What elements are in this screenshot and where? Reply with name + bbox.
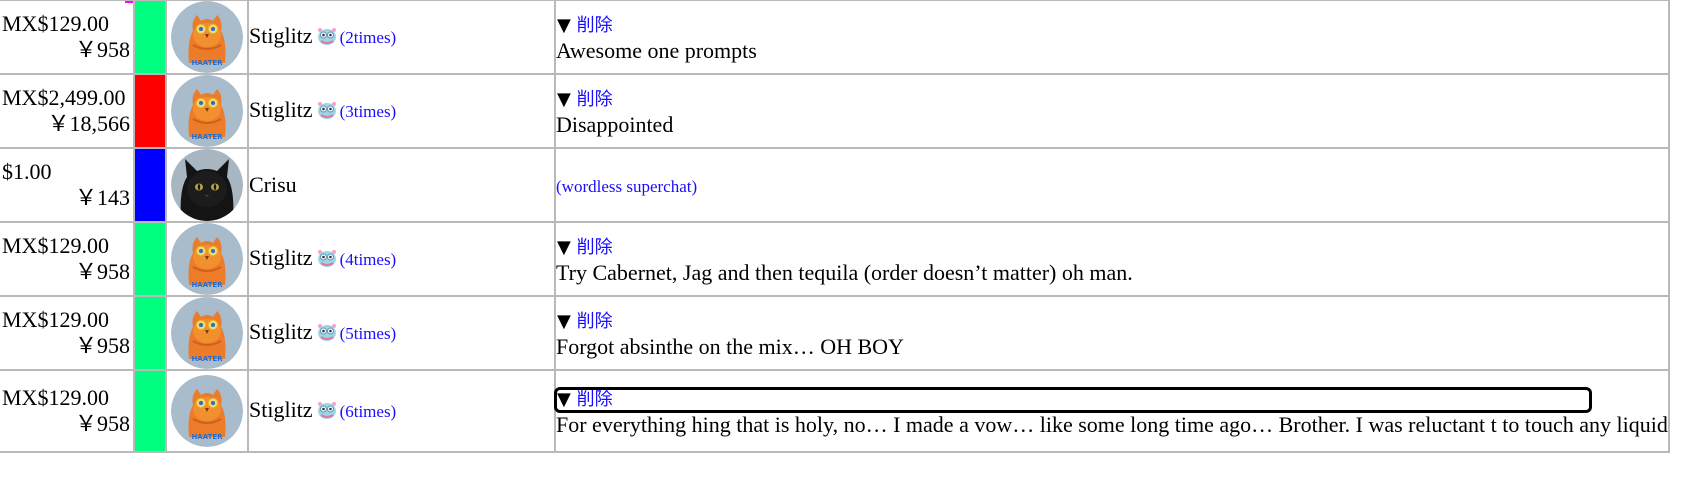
tier-color-swatch bbox=[133, 147, 167, 223]
owl-avatar: HAATER bbox=[171, 297, 243, 369]
avatar-cell: HAATER bbox=[165, 73, 249, 149]
table-row: $1.00 ￥143 Crisu (wordless superchat) bbox=[0, 147, 1670, 223]
amount-cell: MX$129.00 ￥958 bbox=[0, 221, 135, 297]
cat-avatar bbox=[171, 149, 243, 221]
superchat-table: MX$129.00 ￥958 HAATER Stiglitz (2times) … bbox=[0, 0, 1670, 453]
yen-amount: ￥958 bbox=[74, 37, 130, 62]
avatar-cell: HAATER bbox=[165, 0, 249, 75]
svg-text:HAATER: HAATER bbox=[191, 355, 223, 363]
superchat-message: Try Cabernet, Jag and then tequila (orde… bbox=[556, 260, 1133, 285]
username-cell: Stiglitz (5times) bbox=[247, 295, 556, 371]
delete-label: 削除 bbox=[576, 389, 613, 410]
amount-cell: MX$2,499.00 ￥18,566 bbox=[0, 73, 135, 149]
superchat-count: (5times) bbox=[339, 323, 397, 343]
message-cell: ▼ 削除 Disappointed bbox=[554, 73, 1670, 149]
table-row: MX$129.00 ￥958 HAATER bbox=[0, 221, 1670, 297]
delete-label: 削除 bbox=[576, 15, 613, 36]
disclosure-triangle-icon: ▼ bbox=[557, 15, 571, 36]
table-row: MX$129.00 ￥958 HAATER bbox=[0, 295, 1670, 371]
tier-color-swatch bbox=[133, 369, 167, 453]
delete-label: 削除 bbox=[576, 89, 613, 110]
username-cell: Stiglitz (6times) bbox=[247, 369, 556, 453]
yen-amount: ￥18,566 bbox=[47, 111, 130, 136]
delete-toggle[interactable]: ▼ 削除 bbox=[554, 387, 1592, 413]
delete-label: 削除 bbox=[576, 237, 613, 258]
delete-toggle[interactable]: ▼ 削除 bbox=[556, 89, 614, 111]
svg-text:HAATER: HAATER bbox=[191, 433, 223, 441]
superchat-count: (2times) bbox=[339, 27, 397, 47]
disclosure-triangle-icon: ▼ bbox=[557, 237, 571, 258]
delete-toggle[interactable]: ▼ 削除 bbox=[556, 311, 614, 333]
wordless-superchat-label: (wordless superchat) bbox=[556, 176, 698, 196]
owl-avatar: HAATER bbox=[171, 375, 243, 447]
amount-cell: MX$129.00 ￥958 bbox=[0, 369, 135, 453]
table-row: MX$129.00 ￥958 HAATER bbox=[0, 0, 1670, 75]
yen-amount: ￥143 bbox=[74, 185, 130, 210]
message-cell: ▼ 削除 For everything hing that is holy, n… bbox=[554, 369, 1670, 453]
disclosure-triangle-icon: ▼ bbox=[557, 311, 571, 332]
message-cell: ▼ 削除 Forgot absinthe on the mix… OH BOY bbox=[554, 295, 1670, 371]
original-amount: MX$129.00 bbox=[2, 11, 109, 36]
superchat-message: Awesome one prompts bbox=[556, 38, 757, 63]
username: Stiglitz bbox=[249, 96, 313, 122]
avatar-cell bbox=[165, 147, 249, 223]
username: Crisu bbox=[249, 172, 297, 197]
tier-color-swatch bbox=[133, 221, 167, 297]
original-amount: MX$129.00 bbox=[2, 385, 109, 410]
member-badge-icon bbox=[316, 26, 338, 52]
username: Stiglitz bbox=[249, 244, 313, 270]
avatar-cell: HAATER bbox=[165, 295, 249, 371]
username: Stiglitz bbox=[249, 396, 313, 422]
message-cell: ▼ 削除 Awesome one prompts bbox=[554, 0, 1670, 75]
member-badge-icon bbox=[316, 248, 338, 274]
yen-amount: ￥958 bbox=[74, 333, 130, 358]
member-badge-icon bbox=[316, 400, 338, 426]
tier-color-swatch bbox=[133, 0, 167, 75]
username: Stiglitz bbox=[249, 22, 313, 48]
owl-avatar: HAATER bbox=[171, 75, 243, 147]
message-cell: ▼ 削除 Try Cabernet, Jag and then tequila … bbox=[554, 221, 1670, 297]
message-cell: (wordless superchat) bbox=[554, 147, 1670, 223]
superchat-count: (4times) bbox=[339, 249, 397, 269]
owl-avatar: HAATER bbox=[171, 1, 243, 73]
original-amount: MX$2,499.00 bbox=[2, 85, 126, 110]
amount-cell: $1.00 ￥143 bbox=[0, 147, 135, 223]
delete-toggle[interactable]: ▼ 削除 bbox=[556, 237, 614, 259]
table-row: MX$129.00 ￥958 HAATER bbox=[0, 369, 1670, 453]
delete-label: 削除 bbox=[576, 311, 613, 332]
original-amount: MX$129.00 bbox=[2, 307, 109, 332]
amount-cell: MX$129.00 ￥958 bbox=[0, 0, 135, 75]
original-amount: MX$129.00 bbox=[2, 233, 109, 258]
svg-text:HAATER: HAATER bbox=[191, 133, 223, 141]
table-row: MX$2,499.00 ￥18,566 HAATER Stiglitz (3ti… bbox=[0, 73, 1670, 149]
owl-avatar: HAATER bbox=[171, 223, 243, 295]
disclosure-triangle-icon: ▼ bbox=[557, 389, 571, 410]
svg-text:HAATER: HAATER bbox=[191, 59, 223, 67]
yen-amount: ￥958 bbox=[74, 411, 130, 436]
svg-text:HAATER: HAATER bbox=[191, 281, 223, 289]
username-cell: Stiglitz (2times) bbox=[247, 0, 556, 75]
superchat-message: Disappointed bbox=[556, 112, 674, 137]
member-badge-icon bbox=[316, 322, 338, 348]
superchat-message: Forgot absinthe on the mix… OH BOY bbox=[556, 334, 904, 359]
superchat-count: (3times) bbox=[339, 101, 397, 121]
disclosure-triangle-icon: ▼ bbox=[557, 89, 571, 110]
delete-toggle[interactable]: ▼ 削除 bbox=[556, 15, 614, 37]
amount-cell: MX$129.00 ￥958 bbox=[0, 295, 135, 371]
username-cell: Crisu bbox=[247, 147, 556, 223]
username-cell: Stiglitz (4times) bbox=[247, 221, 556, 297]
yen-amount: ￥958 bbox=[74, 259, 130, 284]
avatar-cell: HAATER bbox=[165, 369, 249, 453]
tier-color-swatch bbox=[133, 295, 167, 371]
superchat-count: (6times) bbox=[339, 401, 397, 421]
avatar-cell: HAATER bbox=[165, 221, 249, 297]
username-cell: Stiglitz (3times) bbox=[247, 73, 556, 149]
username: Stiglitz bbox=[249, 318, 313, 344]
member-badge-icon bbox=[316, 100, 338, 126]
original-amount: $1.00 bbox=[2, 159, 52, 184]
superchat-message: For everything hing that is holy, no… I … bbox=[556, 412, 1668, 437]
tier-color-swatch bbox=[133, 73, 167, 149]
